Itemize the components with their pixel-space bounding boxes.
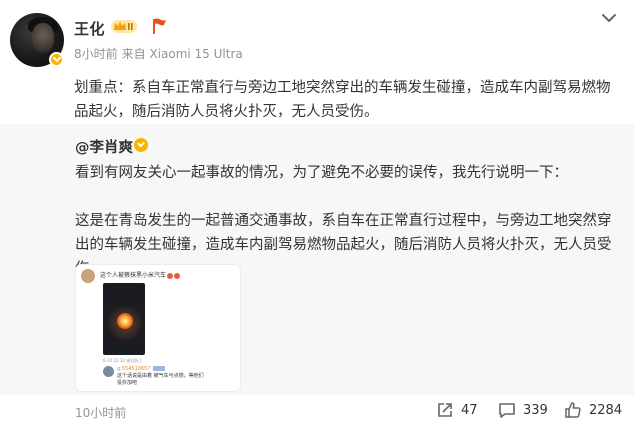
like-button[interactable]: 2284 xyxy=(563,400,622,420)
fire-graphic xyxy=(117,313,133,329)
retweet-author[interactable]: @李肖爽 xyxy=(75,136,133,157)
image-caption: 这个人被蔡抹黑小米汽车 xyxy=(100,270,181,279)
comment-icon xyxy=(499,403,515,418)
comment-button[interactable]: 339 xyxy=(497,400,548,420)
chevron-down-icon[interactable] xyxy=(597,6,621,30)
verified-badge-icon xyxy=(49,52,64,67)
retweet-paragraph-1: 看到有网友关心一起事故的情况，为了避免不必要的误传，我先行说明一下： xyxy=(75,165,568,181)
image-meta: 6-10 22:32 来自浙江 xyxy=(103,358,143,363)
fan-flag-icon[interactable] xyxy=(151,17,167,35)
share-icon xyxy=(438,403,452,417)
like-count: 2284 xyxy=(589,402,623,418)
post-text: 划重点：系自车正常直行与旁边工地突然穿出的车辆发生碰撞，造成车内副驾易燃物品起火… xyxy=(74,80,611,120)
share-button[interactable]: 47 xyxy=(435,400,478,420)
image-comment-text: 这个话说是由着 被气车弓点燃，等他们役抖加吧 xyxy=(117,373,204,386)
retweet-block[interactable]: @李肖爽 看到有网友关心一起事故的情况，为了避免不必要的误传，我先行说明一下： … xyxy=(0,124,634,395)
image-comment-name: g:554510657 xyxy=(117,366,165,372)
retweet-verified-icon xyxy=(134,138,148,152)
retweet-image[interactable]: 这个人被蔡抹黑小米汽车 6-10 22:32 来自浙江 g:554510657 … xyxy=(75,264,241,392)
post-meta: 8小时前 来自 Xiaomi 15 Ultra xyxy=(74,45,243,62)
retweet-time[interactable]: 10小时前 xyxy=(75,404,126,421)
avatar-face xyxy=(32,23,54,53)
post-time[interactable]: 8小时前 xyxy=(74,47,118,61)
weibo-post-card: 王化 8小时前 来自 Xiaomi 15 Ultra 划重点：系自车正常直行与旁边… xyxy=(0,0,634,437)
share-count: 47 xyxy=(461,402,478,418)
vip-crown-icon[interactable] xyxy=(109,18,139,35)
comment-count: 339 xyxy=(523,402,548,418)
author-name[interactable]: 王化 xyxy=(74,18,105,39)
image-video-frame xyxy=(103,283,145,355)
image-avatar xyxy=(81,269,95,283)
post-source: 来自 Xiaomi 15 Ultra xyxy=(121,47,243,61)
image-comment-avatar xyxy=(103,366,114,377)
like-icon xyxy=(565,402,581,418)
